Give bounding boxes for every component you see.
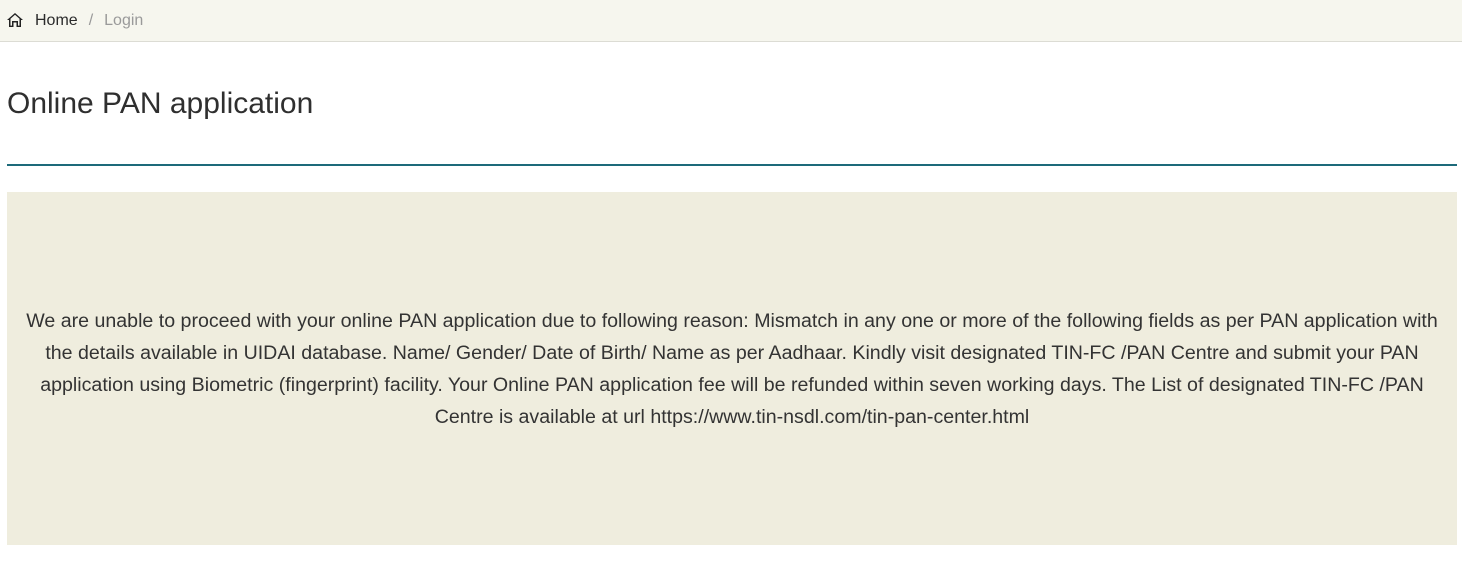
breadcrumb: Home / Login	[0, 0, 1462, 42]
page-title: Online PAN application	[7, 87, 314, 120]
home-icon[interactable]	[7, 12, 23, 27]
breadcrumb-home-link[interactable]: Home	[35, 12, 78, 30]
breadcrumb-current: Login	[104, 11, 144, 29]
breadcrumb-separator: /	[88, 11, 94, 29]
message-panel: We are unable to proceed with your onlin…	[7, 192, 1457, 545]
title-divider	[7, 164, 1457, 166]
error-message: We are unable to proceed with your onlin…	[26, 309, 1438, 428]
